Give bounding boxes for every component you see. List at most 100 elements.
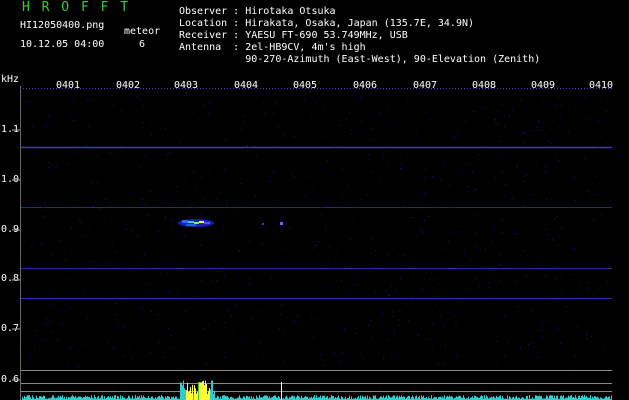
noise-dot xyxy=(241,129,243,131)
noise-dot xyxy=(549,138,551,140)
noise-dot xyxy=(479,285,481,287)
noise-dot xyxy=(354,268,356,270)
noise-dot xyxy=(340,317,342,319)
noise-dot xyxy=(473,190,475,192)
noise-dot xyxy=(196,367,198,368)
noise-dot xyxy=(494,121,496,123)
noise-dot xyxy=(545,228,546,230)
noise-dot xyxy=(591,336,593,338)
spectrum-bar xyxy=(502,396,503,400)
noise-dot xyxy=(523,133,525,135)
spectrum-bar xyxy=(209,388,210,400)
noise-dot xyxy=(108,262,110,264)
noise-dot xyxy=(150,352,152,354)
noise-dot xyxy=(46,126,48,127)
noise-dot xyxy=(315,286,317,288)
noise-dot xyxy=(560,343,562,344)
noise-dot xyxy=(147,215,149,217)
noise-dot xyxy=(385,290,387,292)
noise-dot xyxy=(521,349,523,351)
spectrum-bar xyxy=(52,395,53,400)
noise-dot xyxy=(556,157,558,159)
noise-dot xyxy=(97,155,99,157)
noise-dot xyxy=(91,261,92,263)
noise-dot xyxy=(329,233,331,235)
noise-dot xyxy=(423,302,425,304)
noise-dot xyxy=(452,201,454,203)
y-axis-ticks xyxy=(12,129,20,381)
noise-dot xyxy=(407,98,409,100)
noise-dot xyxy=(538,120,539,122)
spectrum-bar xyxy=(536,395,537,400)
noise-dot xyxy=(315,245,317,247)
spectrum-bar xyxy=(60,395,61,400)
spectrum-bar xyxy=(403,396,404,400)
noise-dot xyxy=(22,322,24,324)
noise-dot xyxy=(139,258,141,260)
spectrum-bar xyxy=(266,395,267,400)
noise-dot xyxy=(155,263,157,265)
noise-dot xyxy=(249,278,251,280)
noise-dot xyxy=(579,284,580,286)
noise-dot xyxy=(277,260,279,262)
noise-dot xyxy=(114,295,116,297)
noise-dot xyxy=(529,140,531,142)
spectrum-bar xyxy=(269,396,270,400)
noise-dot xyxy=(399,278,401,280)
noise-dot xyxy=(30,245,32,247)
noise-dot xyxy=(399,310,400,312)
spectrogram xyxy=(12,86,612,400)
noise-dot xyxy=(492,301,494,303)
spectrum-bar xyxy=(484,395,485,400)
noise-dot xyxy=(44,202,46,204)
spectrum-bar xyxy=(114,395,115,400)
noise-dot xyxy=(418,261,420,263)
noise-dot xyxy=(297,314,299,316)
spectrum-bar xyxy=(397,395,398,400)
noise-dot xyxy=(141,122,143,124)
noise-dot xyxy=(264,227,266,229)
spectrum-bar xyxy=(298,396,299,400)
spectrum-bar xyxy=(143,395,144,400)
noise-dot xyxy=(217,132,219,134)
spectrum-bar xyxy=(486,395,487,400)
noise-dot xyxy=(426,338,428,340)
spectrum-bar xyxy=(203,380,204,400)
spectrum-bar xyxy=(207,393,208,400)
noise-dot xyxy=(160,273,162,275)
noise-dot xyxy=(146,290,148,292)
noise-dot xyxy=(143,267,145,269)
noise-dot xyxy=(314,240,316,242)
noise-dot xyxy=(455,321,457,323)
noise-dot xyxy=(382,358,384,360)
noise-dot xyxy=(333,351,335,353)
noise-dot xyxy=(304,153,306,154)
noise-dot xyxy=(318,241,320,243)
noise-dot xyxy=(28,366,30,368)
spectrum-bar xyxy=(412,395,413,400)
noise-dot xyxy=(403,202,405,204)
spectrum-bar xyxy=(513,396,514,400)
noise-dot xyxy=(542,337,544,339)
noise-dot xyxy=(501,232,503,234)
noise-dot xyxy=(428,215,430,217)
noise-dot xyxy=(164,128,166,130)
spectrum-bar xyxy=(122,395,123,400)
noise-dot xyxy=(140,99,142,100)
noise-dot xyxy=(203,121,205,123)
noise-dot xyxy=(564,281,566,283)
noise-dot xyxy=(196,301,198,303)
noise-dot xyxy=(123,204,125,206)
spectrum-bar xyxy=(162,396,163,400)
noise-dot xyxy=(247,149,249,150)
noise-dot xyxy=(263,363,265,365)
noise-dot xyxy=(89,154,91,156)
noise-dot xyxy=(305,177,307,178)
noise-dot xyxy=(434,296,436,297)
noise-dot xyxy=(249,241,250,243)
noise-dot xyxy=(186,322,188,324)
noise-dot xyxy=(261,310,263,312)
noise-dot xyxy=(90,264,92,266)
noise-dot xyxy=(92,205,94,207)
spectrum-bar xyxy=(188,392,189,400)
